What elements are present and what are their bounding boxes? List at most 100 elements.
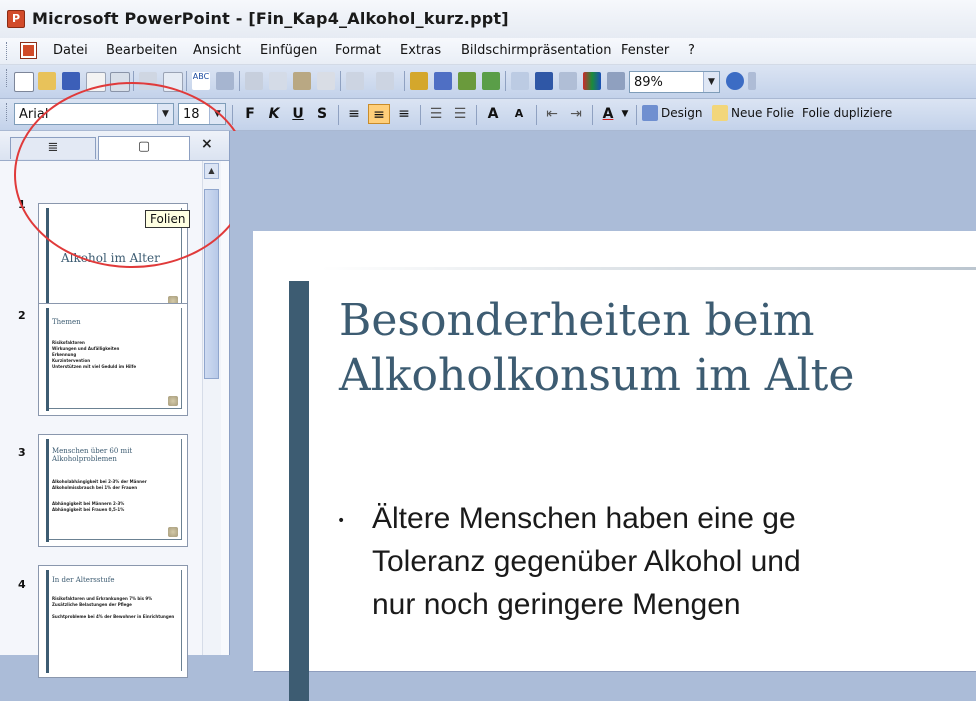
toolbar-separator xyxy=(338,105,339,125)
thumb-accent-bar xyxy=(46,308,49,411)
expand-all-icon[interactable] xyxy=(511,72,529,90)
menu-bildschirmpraesentation[interactable]: Bildschirmpräsentation xyxy=(461,43,611,58)
save-icon[interactable] xyxy=(62,72,80,90)
italic-button[interactable]: K xyxy=(264,104,284,124)
powerpoint-app-icon[interactable]: P xyxy=(7,10,25,28)
cut-icon[interactable] xyxy=(245,72,263,90)
help-icon[interactable] xyxy=(726,72,744,90)
thumb-logo-icon xyxy=(168,396,178,406)
new-slide-icon[interactable] xyxy=(712,105,728,121)
toolbar-separator xyxy=(476,105,477,125)
window-title: Microsoft PowerPoint - [Fin_Kap4_Alkohol… xyxy=(32,9,509,28)
insert-table-icon[interactable] xyxy=(434,72,452,90)
open-icon[interactable] xyxy=(38,72,56,90)
slide-top-rule xyxy=(321,267,976,270)
menu-help[interactable]: ? xyxy=(688,43,695,58)
toolbar-separator xyxy=(505,71,506,91)
annotation-circle xyxy=(14,82,250,268)
thumb-line: Abhängigkeit bei Frauen 0,5-1% xyxy=(52,507,125,512)
toolbar-options-icon[interactable] xyxy=(748,72,756,90)
underline-button[interactable]: U xyxy=(288,104,308,124)
slide-editor: Besonderheiten beim Alkoholkonsum im Alt… xyxy=(230,131,976,701)
grid-icon[interactable] xyxy=(559,72,577,90)
title-bar: P Microsoft PowerPoint - [Fin_Kap4_Alkoh… xyxy=(0,0,976,39)
chevron-down-icon[interactable]: ▼ xyxy=(703,72,719,92)
format-painter-icon[interactable] xyxy=(317,72,335,90)
menu-bar: Datei Bearbeiten Ansicht Einfügen Format… xyxy=(0,38,976,65)
toolbar-grip[interactable] xyxy=(6,103,10,121)
thumb-body: Risikofaktoren und Erkrankungen 7% bis 9… xyxy=(52,596,174,620)
undo-icon[interactable] xyxy=(346,72,364,90)
copy-icon[interactable] xyxy=(269,72,287,90)
show-formatting-icon[interactable] xyxy=(535,72,553,90)
slide-thumbnail-4[interactable]: In der Altersstufe Risikofaktoren und Er… xyxy=(38,565,188,678)
align-left-icon[interactable]: ≡ xyxy=(344,104,364,124)
slide-title[interactable]: Besonderheiten beim Alkoholkonsum im Alt… xyxy=(339,293,854,403)
new-slide-button[interactable]: Neue Folie xyxy=(731,106,794,120)
menu-extras[interactable]: Extras xyxy=(400,43,441,58)
toolbar-separator xyxy=(340,71,341,91)
bold-button[interactable]: F xyxy=(240,104,260,124)
shadow-button[interactable]: S xyxy=(312,104,332,124)
show-hide-icon[interactable] xyxy=(607,72,625,90)
slide-thumbnail-3[interactable]: Menschen über 60 mit Alkoholproblemen Al… xyxy=(38,434,188,547)
slide-body-text[interactable]: Ältere Menschen haben eine ge Toleranz g… xyxy=(372,497,801,626)
research-icon[interactable] xyxy=(216,72,234,90)
insert-chart-icon[interactable] xyxy=(410,72,428,90)
slide-number: 2 xyxy=(18,309,26,322)
thumb-line: Suchtprobleme bei 4% der Bewohner in Ein… xyxy=(52,614,175,619)
slide-thumbnail-2[interactable]: Themen Risikofaktoren Wirkungen und Aufä… xyxy=(38,303,188,416)
toolbar-separator xyxy=(186,71,187,91)
toolbar-separator xyxy=(420,105,421,125)
slide-accent-bar xyxy=(289,281,309,701)
thumb-border xyxy=(181,439,182,540)
thumb-accent-bar xyxy=(46,439,49,542)
thumb-border xyxy=(49,408,182,409)
design-icon[interactable] xyxy=(642,105,658,121)
paste-icon[interactable] xyxy=(293,72,311,90)
thumb-border xyxy=(49,539,182,540)
zoom-value: 89% xyxy=(634,75,663,90)
document-icon[interactable] xyxy=(20,42,37,59)
toolbar-separator xyxy=(239,71,240,91)
slide-number: 4 xyxy=(18,578,26,591)
toolbar-separator xyxy=(536,105,537,125)
numbering-icon[interactable]: ☰ xyxy=(426,104,446,124)
menu-datei[interactable]: Datei xyxy=(53,43,88,58)
menu-einfuegen[interactable]: Einfügen xyxy=(260,43,317,58)
menubar-grip[interactable] xyxy=(6,42,10,60)
decrease-indent-icon[interactable]: ⇤ xyxy=(542,104,562,124)
toolbar-separator xyxy=(232,105,233,125)
toolbar-grip[interactable] xyxy=(6,69,10,87)
thumb-title: Menschen über 60 mit Alkoholproblemen xyxy=(52,447,133,463)
menu-fenster[interactable]: Fenster xyxy=(621,43,669,58)
thumb-spacer xyxy=(52,491,147,501)
bullets-icon[interactable]: ☰ xyxy=(450,104,470,124)
menu-bearbeiten[interactable]: Bearbeiten xyxy=(106,43,177,58)
thumb-accent-bar xyxy=(46,570,49,673)
menu-ansicht[interactable]: Ansicht xyxy=(193,43,241,58)
new-icon[interactable] xyxy=(14,72,34,92)
thumb-logo-icon xyxy=(168,527,178,537)
hyperlink-icon[interactable] xyxy=(482,72,500,90)
increase-indent-icon[interactable]: ⇥ xyxy=(566,104,586,124)
bullet-icon: • xyxy=(337,513,346,529)
font-color-button[interactable]: A xyxy=(598,104,618,124)
zoom-combo[interactable]: 89% ▼ xyxy=(629,71,720,93)
color-grayscale-icon[interactable] xyxy=(583,72,601,90)
current-slide[interactable]: Besonderheiten beim Alkoholkonsum im Alt… xyxy=(253,231,976,701)
thumb-border xyxy=(181,308,182,409)
tables-borders-icon[interactable] xyxy=(458,72,476,90)
thumb-title: Themen xyxy=(52,318,81,326)
spelling-icon[interactable]: ABC xyxy=(192,72,210,90)
design-button[interactable]: Design xyxy=(661,106,702,120)
align-center-icon[interactable]: ≡ xyxy=(368,104,390,124)
chevron-down-icon[interactable]: ▼ xyxy=(620,104,630,124)
duplicate-slide-button[interactable]: Folie dupliziere xyxy=(802,106,892,120)
decrease-font-button[interactable]: A xyxy=(508,104,530,124)
thumb-body: Risikofaktoren Wirkungen und Aufälligkei… xyxy=(52,340,136,370)
redo-icon[interactable] xyxy=(376,72,394,90)
menu-format[interactable]: Format xyxy=(335,43,381,58)
align-right-icon[interactable]: ≡ xyxy=(394,104,414,124)
increase-font-button[interactable]: A xyxy=(482,104,504,124)
